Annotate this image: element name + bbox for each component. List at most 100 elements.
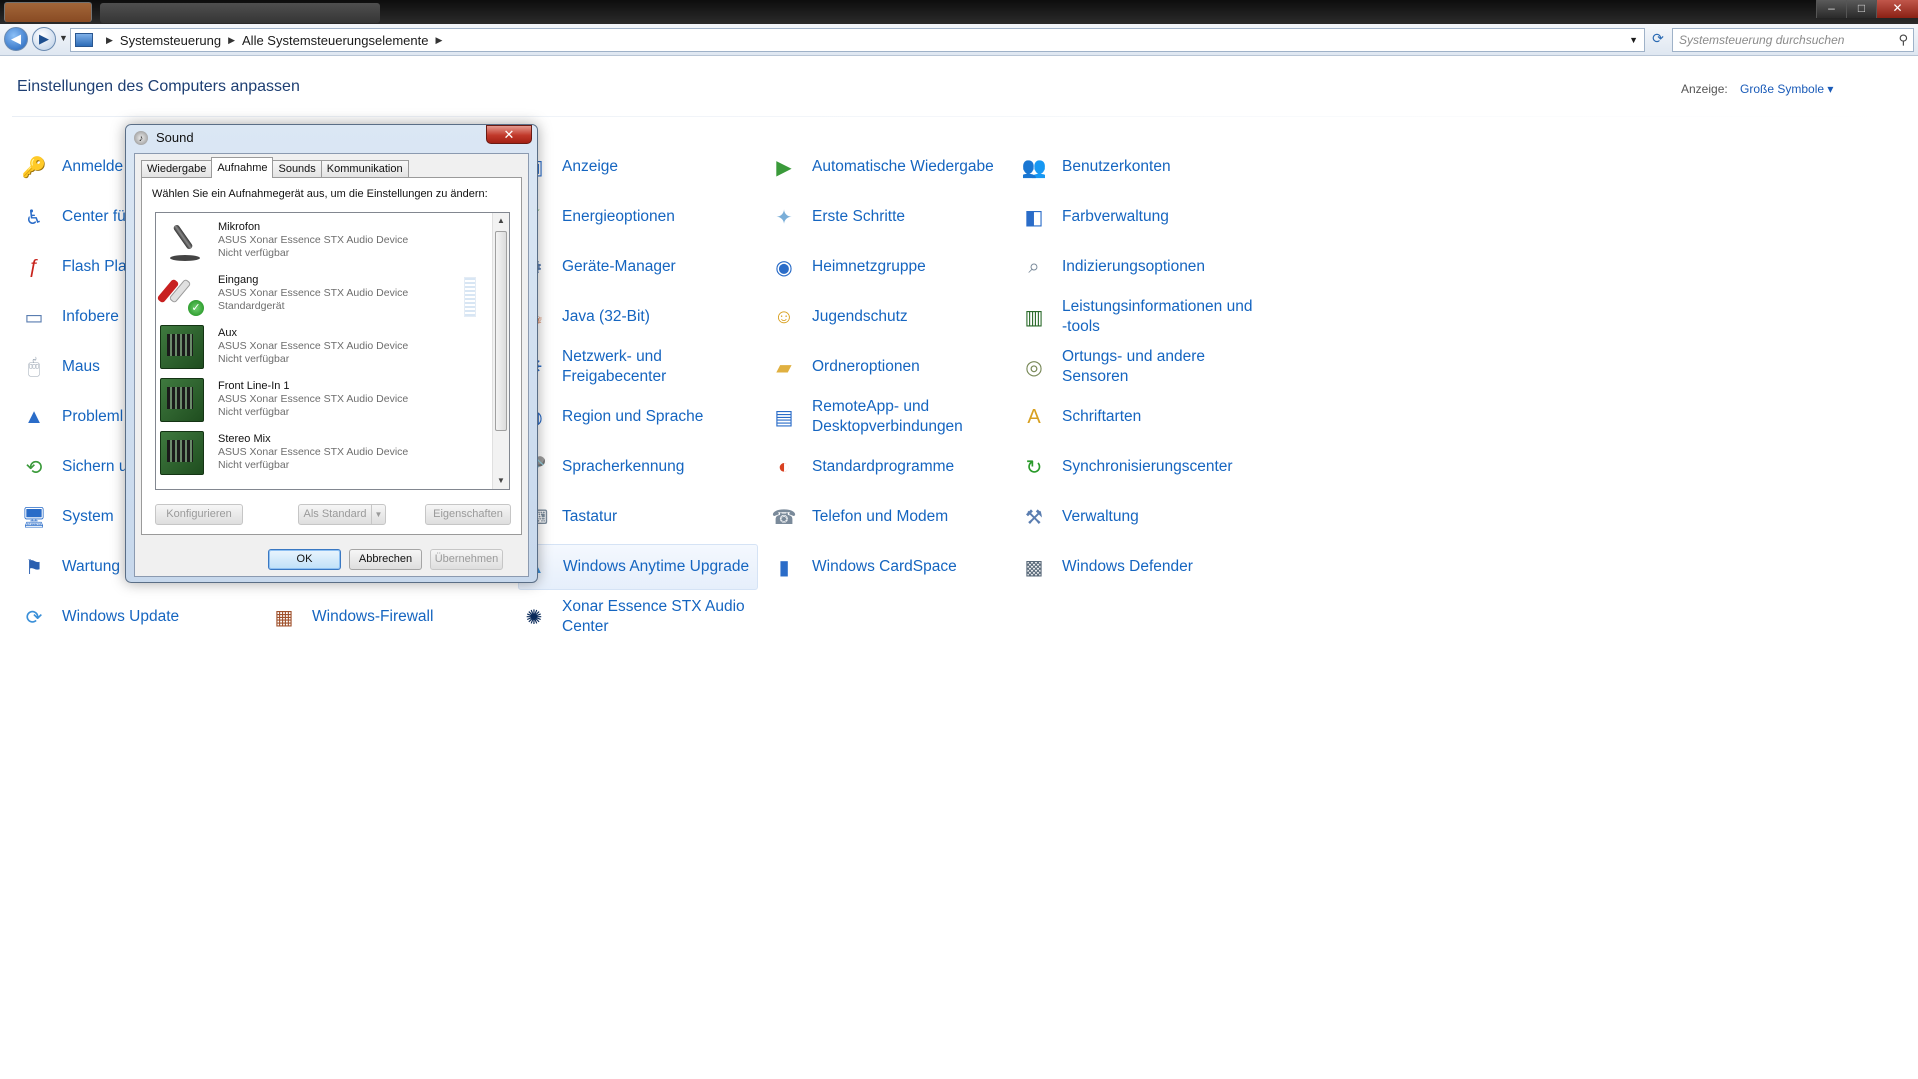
cp-item-windows-defender[interactable]: ▩ Windows Defender <box>1018 544 1258 590</box>
list-item[interactable]: ✓ Eingang ASUS Xonar Essence STX Audio D… <box>156 270 490 322</box>
getting-started-icon: ✦ <box>775 206 793 229</box>
action-center-flag-icon: ⚑ <box>25 556 43 579</box>
list-item[interactable]: Aux ASUS Xonar Essence STX Audio Device … <box>160 323 490 375</box>
cp-item-label: Wartung <box>62 558 121 575</box>
cp-item-heimnetzgruppe[interactable]: ◉ Heimnetzgruppe <box>768 244 1008 290</box>
cp-item-java-32-bit[interactable]: ☕Java (32-Bit) <box>518 294 758 340</box>
device-status: Nicht verfügbar <box>218 406 290 418</box>
breadcrumb-item[interactable]: Alle Systemsteuerungselemente <box>242 33 428 48</box>
cp-item-telefon-und-modem[interactable]: ☎ Telefon und Modem <box>768 494 1008 540</box>
cp-item-label: System <box>62 508 114 525</box>
cp-item-windows-anytime-upgrade[interactable]: ▲Windows Anytime Upgrade <box>518 544 758 590</box>
breadcrumb-separator-icon[interactable]: ▶ <box>106 35 113 46</box>
cp-item-farbverwaltung[interactable]: ◧ Farbverwaltung <box>1018 194 1258 240</box>
device-list-scrollbar[interactable]: ▲ ▼ <box>492 213 509 489</box>
chevron-down-icon[interactable]: ▼ <box>371 505 385 524</box>
cp-item-label: Verwaltung <box>1062 508 1139 525</box>
phone-modem-icon: ☎ <box>771 506 797 529</box>
header-divider <box>12 116 1902 117</box>
cp-item-windows-firewall[interactable]: ▦ Windows-Firewall <box>268 594 508 640</box>
cp-item-energieoptionen[interactable]: ⚡Energieoptionen <box>518 194 758 240</box>
cp-item-synchronisierungscenter[interactable]: ↻ Synchronisierungscenter <box>1018 444 1258 490</box>
cp-item-region-und-sprache[interactable]: ◍Region und Sprache <box>518 394 758 440</box>
forward-arrow-icon[interactable]: ▶ <box>32 27 56 51</box>
cp-item-label: Region und Sprache <box>562 408 704 425</box>
device-name: Aux <box>218 327 237 339</box>
cp-item-erste-schritte[interactable]: ✦ Erste Schritte <box>768 194 1008 240</box>
cp-item-label: Geräte-Manager <box>562 258 676 275</box>
cp-item-schriftarten[interactable]: A Schriftarten <box>1018 394 1258 440</box>
view-selector[interactable]: Große Symbole ▾ <box>1740 82 1833 96</box>
cp-item-label: RemoteApp- und Desktopverbindungen <box>812 398 963 435</box>
cp-item-windows-update[interactable]: ⟳ Windows Update <box>18 594 258 640</box>
maximize-button[interactable]: □ <box>1846 0 1876 18</box>
dialog-body: Wiedergabe Aufnahme Sounds Kommunikation… <box>134 153 529 577</box>
cp-item-xonar-essence-stx-audio-center[interactable]: ✺ Xonar Essence STX Audio Center <box>518 594 758 640</box>
search-icon[interactable]: ⚲ <box>1898 32 1908 48</box>
cp-item-netzwerk-und-freigabecenter[interactable]: ⛯Netzwerk- und Freigabecenter <box>518 344 758 390</box>
cp-item-benutzerkonten[interactable]: 👥 Benutzerkonten <box>1018 144 1258 190</box>
cp-item-label: Erste Schritte <box>812 208 906 225</box>
list-item[interactable]: Stereo Mix ASUS Xonar Essence STX Audio … <box>160 429 490 481</box>
breadcrumb-item[interactable]: Systemsteuerung <box>120 33 221 48</box>
parental-controls-icon: ☺ <box>773 305 795 328</box>
cancel-button[interactable]: Abbrechen <box>349 549 422 570</box>
cp-item-ordneroptionen[interactable]: ▰ Ordneroptionen <box>768 344 1008 390</box>
dialog-close-button[interactable]: ✕ <box>486 125 532 144</box>
color-management-icon: ◧ <box>1024 206 1044 229</box>
cp-item-label: Tastatur <box>562 508 618 525</box>
scroll-down-icon[interactable]: ▼ <box>493 473 509 489</box>
breadcrumb-separator-icon[interactable]: ▶ <box>228 35 235 46</box>
cp-item-tastatur[interactable]: ⌨Tastatur <box>518 494 758 540</box>
sound-dialog: ♪ Sound ✕ Wiedergabe Aufnahme Sounds Kom… <box>125 124 538 583</box>
flash-icon: ƒ <box>28 255 40 278</box>
tab-aufnahme[interactable]: Aufnahme <box>211 157 274 178</box>
cp-item-geräte-manager[interactable]: ⚙Geräte-Manager <box>518 244 758 290</box>
breadcrumb-separator-icon[interactable]: ▶ <box>435 35 442 46</box>
taskbar-tab-1[interactable] <box>4 2 92 22</box>
ok-button[interactable]: OK <box>268 549 341 570</box>
configure-button[interactable]: Konfigurieren <box>155 504 243 525</box>
recording-device-list: Mikrofon ASUS Xonar Essence STX Audio De… <box>155 212 510 490</box>
cp-item-ortungs-und-andere-sensoren[interactable]: ◎ Ortungs- und andere Sensoren <box>1018 344 1258 390</box>
list-item[interactable]: Mikrofon ASUS Xonar Essence STX Audio De… <box>160 217 490 269</box>
backup-icon: ⟲ <box>25 456 43 479</box>
tab-kommunikation[interactable]: Kommunikation <box>320 160 409 178</box>
windows-update-icon: ⟳ <box>25 606 43 629</box>
cp-item-label: Jugendschutz <box>812 308 908 325</box>
device-driver: ASUS Xonar Essence STX Audio Device <box>218 446 409 458</box>
sync-center-icon: ↻ <box>1025 456 1043 479</box>
history-dropdown-icon[interactable]: ▼ <box>59 33 68 43</box>
cp-item-label: Windows Anytime Upgrade <box>563 558 750 575</box>
cp-item-jugendschutz[interactable]: ☺ Jugendschutz <box>768 294 1008 340</box>
set-default-button[interactable]: Als Standard ▼ <box>298 504 386 525</box>
search-input[interactable]: Systemsteuerung durchsuchen ⚲ <box>1672 28 1914 52</box>
minimize-button[interactable]: – <box>1816 0 1846 18</box>
close-button[interactable]: ✕ <box>1876 0 1918 18</box>
address-dropdown-icon[interactable]: ▼ <box>1629 35 1638 45</box>
cp-item-remoteapp-und-desktopverbindungen[interactable]: ▤ RemoteApp- und Desktopverbindungen <box>768 394 1008 440</box>
properties-button[interactable]: Eigenschaften <box>425 504 511 525</box>
list-item[interactable]: Front Line-In 1 ASUS Xonar Essence STX A… <box>160 376 490 428</box>
address-bar: ◀ ▶ ▼ ▶ Systemsteuerung ▶ Alle Systemste… <box>0 24 1918 56</box>
back-arrow-icon[interactable]: ◀ <box>4 27 28 51</box>
tab-wiedergabe[interactable]: Wiedergabe <box>141 160 213 178</box>
cp-item-leistungsinformationen-und-tools[interactable]: ▥ Leistungsinformationen und -tools <box>1018 294 1258 340</box>
tab-sounds[interactable]: Sounds <box>272 160 322 178</box>
cp-item-spracherkennung[interactable]: 🎤Spracherkennung <box>518 444 758 490</box>
cp-item-verwaltung[interactable]: ⚒ Verwaltung <box>1018 494 1258 540</box>
cp-item-windows-cardspace[interactable]: ▮ Windows CardSpace <box>768 544 1008 590</box>
cp-item-anzeige[interactable]: ▣Anzeige <box>518 144 758 190</box>
apply-button[interactable]: Übernehmen <box>430 549 503 570</box>
remoteapp-icon: ▤ <box>774 406 794 429</box>
cp-item-automatische-wiedergabe[interactable]: ▶ Automatische Wiedergabe <box>768 144 1008 190</box>
refresh-icon[interactable]: ⟳ <box>1647 30 1669 50</box>
cp-item-label: Anmelde <box>62 158 124 175</box>
cp-item-standardprogramme[interactable]: ◐ Standardprogramme <box>768 444 1008 490</box>
cp-item-indizierungsoptionen[interactable]: ⌕ Indizierungsoptionen <box>1018 244 1258 290</box>
scroll-thumb[interactable] <box>495 231 507 431</box>
scroll-up-icon[interactable]: ▲ <box>493 213 509 229</box>
breadcrumb[interactable]: ▶ Systemsteuerung ▶ Alle Systemsteuerung… <box>70 28 1645 52</box>
taskbar-tab-2[interactable] <box>100 3 380 23</box>
device-status: Nicht verfügbar <box>218 247 290 259</box>
